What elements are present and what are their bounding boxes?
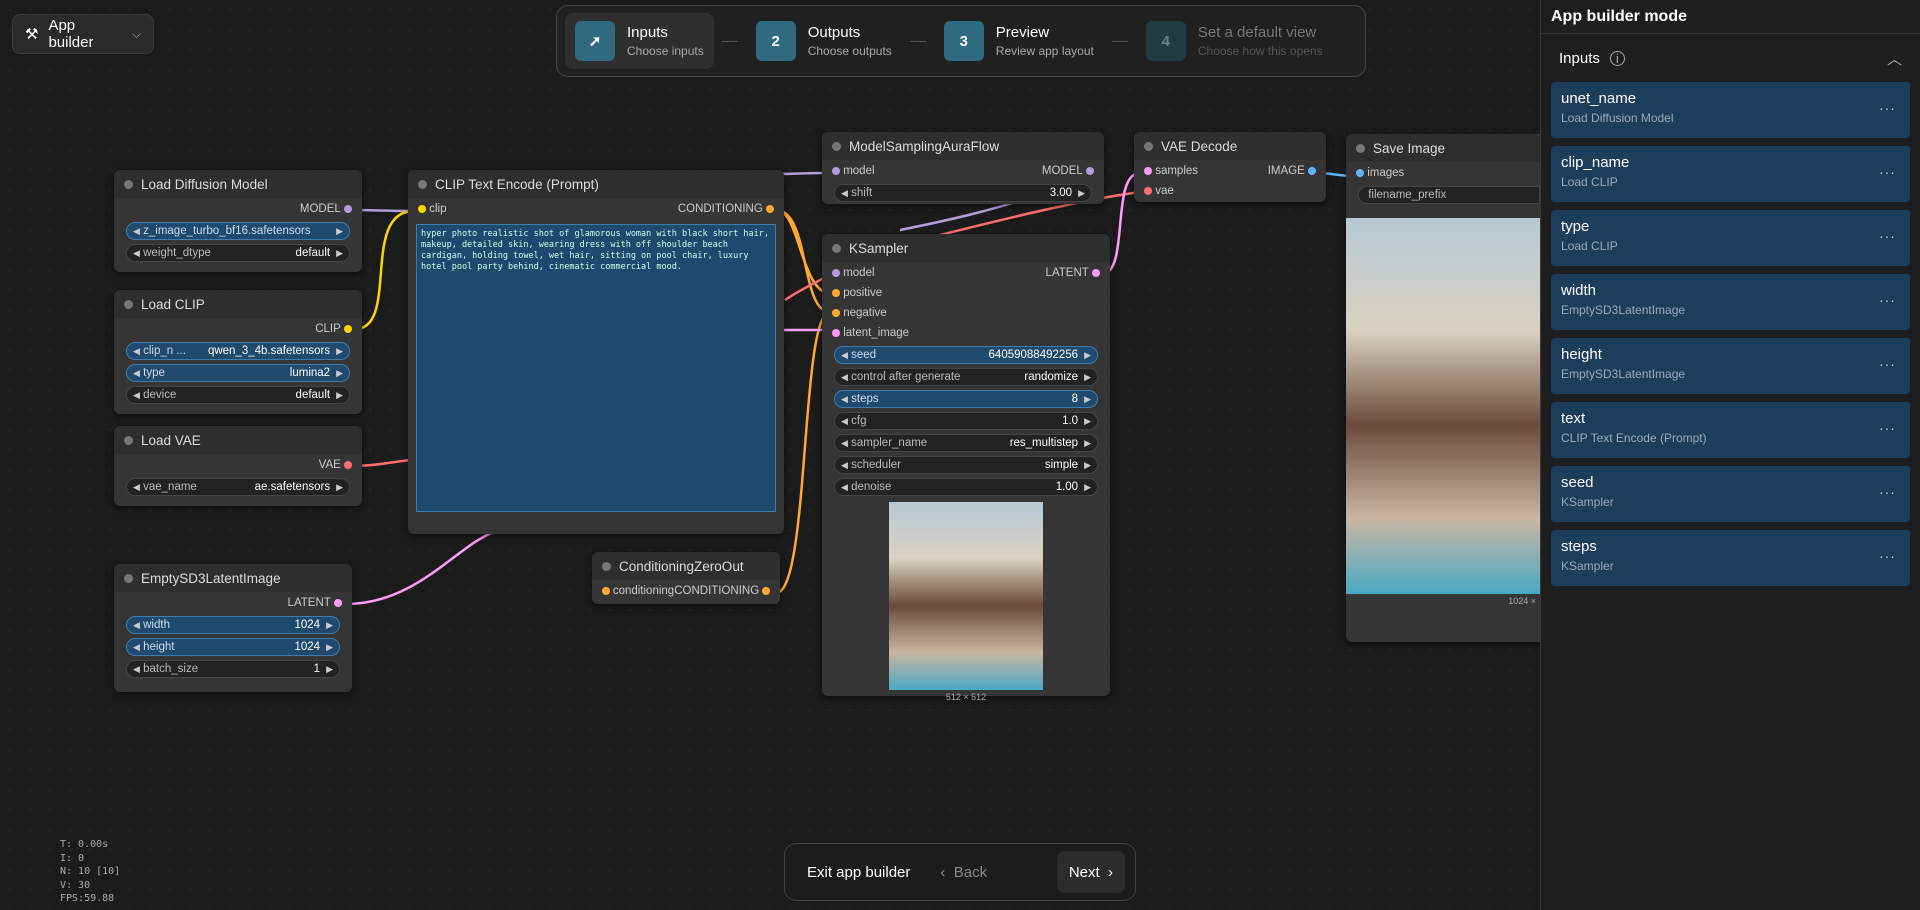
cursor-icon: ➚ — [575, 21, 615, 61]
saved-image — [1346, 218, 1540, 594]
info-icon[interactable]: i — [1609, 50, 1625, 66]
widget-unet-name[interactable]: ◀ z_image_turbo_bf16.safetensors ▶ — [126, 222, 350, 240]
more-icon[interactable]: ··· — [1879, 164, 1896, 180]
widget-scheduler[interactable]: ◀ scheduler simple ▶ — [834, 456, 1098, 474]
widget-control-after-generate[interactable]: ◀ control after generate randomize ▶ — [834, 368, 1098, 386]
prompt-textarea[interactable]: hyper photo realistic shot of glamorous … — [416, 224, 776, 512]
hammer-icon: ⚒ — [25, 26, 39, 43]
node-load-diffusion-model[interactable]: Load Diffusion Model MODEL ◀ z_image_tur… — [114, 170, 362, 272]
collapse-dot-icon[interactable] — [1356, 143, 1365, 153]
node-load-clip[interactable]: Load CLIP CLIP ◀ clip_n ... qwen_3_4b.saf… — [114, 290, 362, 414]
more-icon[interactable]: ··· — [1879, 100, 1896, 116]
panel-title: App builder mode — [1541, 0, 1920, 34]
output-port[interactable] — [344, 205, 352, 213]
node-empty-latent-image[interactable]: EmptySD3LatentImage LATENT ◀ width 1024 ▶ … — [114, 564, 352, 692]
collapse-dot-icon[interactable] — [124, 435, 133, 445]
more-icon[interactable]: ··· — [1879, 292, 1896, 308]
step-outputs[interactable]: 2 Outputs Choose outputs — [746, 13, 902, 69]
input-port[interactable] — [1144, 187, 1152, 195]
output-port[interactable] — [1086, 167, 1094, 175]
input-port[interactable] — [832, 269, 840, 277]
app-builder-panel: App builder mode Inputs i ︿ unet_name Loa… — [1540, 0, 1920, 910]
widget-cfg[interactable]: ◀ cfg 1.0 ▶ — [834, 412, 1098, 430]
chevron-left-icon: ‹ — [940, 863, 946, 881]
output-port[interactable] — [762, 587, 770, 595]
input-port[interactable] — [832, 167, 840, 175]
input-card[interactable]: type Load CLIP ··· — [1551, 210, 1910, 266]
collapse-dot-icon[interactable] — [602, 561, 611, 571]
node-clip-text-encode[interactable]: CLIP Text Encode (Prompt) clip CONDITIONI… — [408, 170, 784, 534]
more-icon[interactable]: ··· — [1879, 356, 1896, 372]
collapse-dot-icon[interactable] — [124, 179, 133, 189]
node-load-vae[interactable]: Load VAE VAE ◀ vae_name ae.safetensors ▶ — [114, 426, 362, 506]
widget-sampler-name[interactable]: ◀ sampler_name res_multistep ▶ — [834, 434, 1098, 452]
input-card[interactable]: text CLIP Text Encode (Prompt) ··· — [1551, 402, 1910, 458]
node-ksampler[interactable]: KSampler model LATENT positive negative l… — [822, 234, 1110, 702]
widget-height[interactable]: ◀ height 1024 ▶ — [126, 638, 340, 656]
output-port[interactable] — [344, 325, 352, 333]
widget-clip-name[interactable]: ◀ clip_n ... qwen_3_4b.safetensors ▶ — [126, 342, 350, 360]
step-inputs[interactable]: ➚ Inputs Choose inputs — [565, 13, 714, 69]
builder-stepper: ➚ Inputs Choose inputs 2 Outputs Choose ou… — [556, 5, 1366, 77]
input-port[interactable] — [832, 309, 840, 317]
builder-bottom-bar: Exit app builder ‹ Back Next › — [784, 843, 1136, 901]
widget-seed[interactable]: ◀ seed 64059088492256 ▶ — [834, 346, 1098, 364]
widget-vae-name[interactable]: ◀ vae_name ae.safetensors ▶ — [126, 478, 350, 496]
back-button[interactable]: ‹ Back — [928, 851, 999, 893]
widget-type[interactable]: ◀ type lumina2 ▶ — [126, 364, 350, 382]
chevron-up-icon[interactable]: ︿ — [1887, 48, 1902, 69]
node-save-image[interactable]: Save Image images filename_prefix 1024 × — [1346, 134, 1540, 642]
input-card[interactable]: clip_name Load CLIP ··· — [1551, 146, 1910, 202]
next-button[interactable]: Next › — [1056, 851, 1125, 893]
more-icon[interactable]: ··· — [1879, 484, 1896, 500]
chevron-right-icon: › — [1108, 863, 1113, 881]
input-port[interactable] — [832, 329, 840, 337]
widget-filename-prefix[interactable]: filename_prefix — [1358, 186, 1540, 204]
more-icon[interactable]: ··· — [1879, 420, 1896, 436]
output-port[interactable] — [1092, 269, 1100, 277]
widget-weight-dtype[interactable]: ◀ weight_dtype default ▶ — [126, 244, 350, 262]
input-port[interactable] — [418, 205, 426, 213]
node-vae-decode[interactable]: VAE Decode samples IMAGE vae — [1134, 132, 1326, 202]
input-card[interactable]: seed KSampler ··· — [1551, 466, 1910, 522]
chevron-down-icon: ⌵ — [131, 26, 141, 41]
image-size-label: 1024 × — [1508, 596, 1536, 606]
output-port[interactable] — [344, 461, 352, 469]
input-card[interactable]: unet_name Load Diffusion Model ··· — [1551, 82, 1910, 138]
preview-image — [889, 502, 1043, 690]
collapse-dot-icon[interactable] — [1144, 141, 1153, 151]
widget-steps[interactable]: ◀ steps 8 ▶ — [834, 390, 1098, 408]
input-port[interactable] — [602, 587, 610, 595]
perf-stats: T: 0.00s I: 0 N: 10 [10] V: 30 FPS:59.88 — [60, 839, 121, 904]
widget-batch-size[interactable]: ◀ batch_size 1 ▶ — [126, 660, 340, 678]
input-port[interactable] — [1356, 169, 1364, 177]
collapse-dot-icon[interactable] — [124, 299, 133, 309]
collapse-dot-icon[interactable] — [832, 243, 841, 253]
step-preview[interactable]: 3 Preview Review app layout — [934, 13, 1104, 69]
more-icon[interactable]: ··· — [1879, 228, 1896, 244]
node-conditioning-zero-out[interactable]: ConditioningZeroOut conditioning CONDITIO… — [592, 552, 780, 604]
collapse-dot-icon[interactable] — [418, 179, 427, 189]
step-default-view[interactable]: 4 Set a default view Choose how this open… — [1136, 13, 1333, 69]
collapse-dot-icon[interactable] — [124, 573, 133, 583]
image-size-label: 512 × 512 — [945, 692, 987, 702]
widget-device[interactable]: ◀ device default ▶ — [126, 386, 350, 404]
app-builder-button[interactable]: ⚒ App builder ⌵ — [12, 14, 154, 54]
input-card[interactable]: height EmptySD3LatentImage ··· — [1551, 338, 1910, 394]
exit-app-builder-button[interactable]: Exit app builder — [795, 851, 922, 893]
input-card[interactable]: width EmptySD3LatentImage ··· — [1551, 274, 1910, 330]
input-card[interactable]: steps KSampler ··· — [1551, 530, 1910, 586]
widget-width[interactable]: ◀ width 1024 ▶ — [126, 616, 340, 634]
output-port[interactable] — [334, 599, 342, 607]
input-port[interactable] — [1144, 167, 1152, 175]
node-model-sampling-auraflow[interactable]: ModelSamplingAuraFlow model MODEL ◀ shift… — [822, 132, 1104, 204]
inputs-section-header[interactable]: Inputs i ︿ — [1541, 34, 1920, 82]
more-icon[interactable]: ··· — [1879, 548, 1896, 564]
output-port[interactable] — [766, 205, 774, 213]
output-port[interactable] — [1308, 167, 1316, 175]
widget-denoise[interactable]: ◀ denoise 1.00 ▶ — [834, 478, 1098, 496]
widget-shift[interactable]: ◀ shift 3.00 ▶ — [834, 184, 1092, 202]
input-port[interactable] — [832, 289, 840, 297]
collapse-dot-icon[interactable] — [832, 141, 841, 151]
